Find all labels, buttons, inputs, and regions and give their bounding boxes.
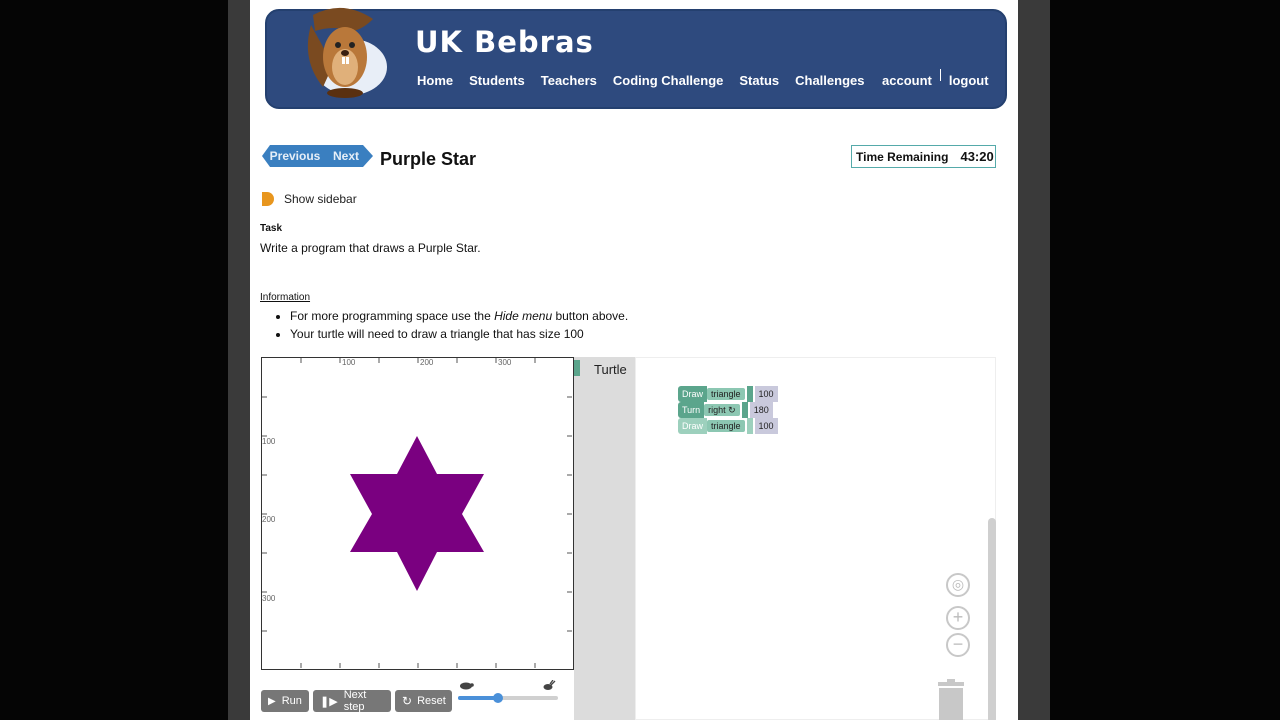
x-tick-label: 200 xyxy=(420,358,434,367)
right-backdrop xyxy=(1018,0,1280,720)
toolbox-category-turtle[interactable]: Turtle xyxy=(594,362,627,377)
account-nav: account logout xyxy=(882,68,989,88)
previous-button[interactable]: Previous xyxy=(262,145,328,167)
shape-dropdown[interactable]: triangle xyxy=(707,420,745,432)
sidebar-arrow-icon xyxy=(262,192,274,206)
list-item: Your turtle will need to draw a triangle… xyxy=(290,327,628,341)
slow-turtle-icon xyxy=(460,682,474,690)
nav-teachers[interactable]: Teachers xyxy=(541,73,597,88)
direction-dropdown[interactable]: right ↻ xyxy=(704,404,740,416)
nav-challenges[interactable]: Challenges xyxy=(795,73,864,88)
category-marker xyxy=(574,360,580,376)
turn-block[interactable]: Turn right ↻ 180 xyxy=(678,402,773,418)
size-input[interactable]: 100 xyxy=(754,418,778,434)
y-tick-label: 200 xyxy=(262,515,276,524)
page-title: Purple Star xyxy=(380,149,477,169)
run-button[interactable]: ▶ Run xyxy=(261,690,309,712)
time-remaining: Time Remaining 43:20 xyxy=(851,145,996,168)
draw-block[interactable]: Draw triangle 100 xyxy=(678,386,778,402)
reset-button[interactable]: ↻ Reset xyxy=(395,690,452,712)
nav-students[interactable]: Students xyxy=(469,73,525,88)
draw-block[interactable]: Draw triangle 100 xyxy=(678,418,778,434)
page: UK Bebras Home Students Teachers Coding … xyxy=(250,0,1018,720)
nav-status[interactable]: Status xyxy=(739,73,779,88)
workspace-scrollbar[interactable] xyxy=(988,518,996,720)
next-button[interactable]: Next xyxy=(327,145,373,167)
size-input[interactable]: 100 xyxy=(754,386,778,402)
logout-link[interactable]: logout xyxy=(949,73,989,88)
task-description: Write a program that draws a Purple Star… xyxy=(260,241,481,255)
timer-value: 43:20 xyxy=(960,149,994,164)
task-heading: Task xyxy=(260,223,283,234)
site-title: UK Bebras xyxy=(415,25,594,59)
blockly-workspace[interactable]: Draw triangle 100 Turn right ↻ 180 Draw … xyxy=(635,357,996,720)
turtle-drawing: 100 200 300 100 200 300 xyxy=(262,358,572,668)
nav-home[interactable]: Home xyxy=(417,73,453,88)
list-item: For more programming space use the Hide … xyxy=(290,309,628,323)
step-icon: ❚▶ xyxy=(320,695,338,708)
zoom-out-icon[interactable]: − xyxy=(946,633,970,657)
show-sidebar-label: Show sidebar xyxy=(284,192,357,206)
purple-star-shape xyxy=(350,436,484,591)
account-link[interactable]: account xyxy=(882,73,932,88)
nav-coding-challenge[interactable]: Coding Challenge xyxy=(613,73,724,88)
play-icon: ▶ xyxy=(268,695,276,707)
nav-divider xyxy=(939,68,941,81)
information-heading: Information xyxy=(260,292,311,303)
left-backdrop xyxy=(0,0,250,720)
speed-slider[interactable] xyxy=(458,680,558,710)
timer-label: Time Remaining xyxy=(856,149,949,164)
show-sidebar-toggle[interactable]: Show sidebar xyxy=(262,192,357,206)
turtle-canvas: 100 200 300 100 200 300 xyxy=(261,357,574,670)
site-header: UK Bebras Home Students Teachers Coding … xyxy=(265,7,1007,109)
angle-input[interactable]: 180 xyxy=(749,402,773,418)
y-tick-label: 300 xyxy=(262,594,276,603)
shape-dropdown[interactable]: triangle xyxy=(707,388,745,400)
y-tick-label: 100 xyxy=(262,437,276,446)
main-nav: Home Students Teachers Coding Challenge … xyxy=(417,73,880,88)
fast-rabbit-icon xyxy=(543,680,556,690)
trash-icon[interactable] xyxy=(936,678,966,720)
x-tick-label: 100 xyxy=(342,358,356,367)
reset-icon: ↻ xyxy=(402,694,413,708)
beaver-logo xyxy=(307,7,387,98)
toolbox: Turtle xyxy=(574,357,635,720)
x-tick-label: 300 xyxy=(498,358,512,367)
recenter-icon[interactable]: ◎ xyxy=(946,573,970,597)
information-list: For more programming space use the Hide … xyxy=(290,309,628,345)
next-step-button[interactable]: ❚▶ Next step xyxy=(313,689,391,713)
zoom-in-icon[interactable]: + xyxy=(946,606,970,630)
